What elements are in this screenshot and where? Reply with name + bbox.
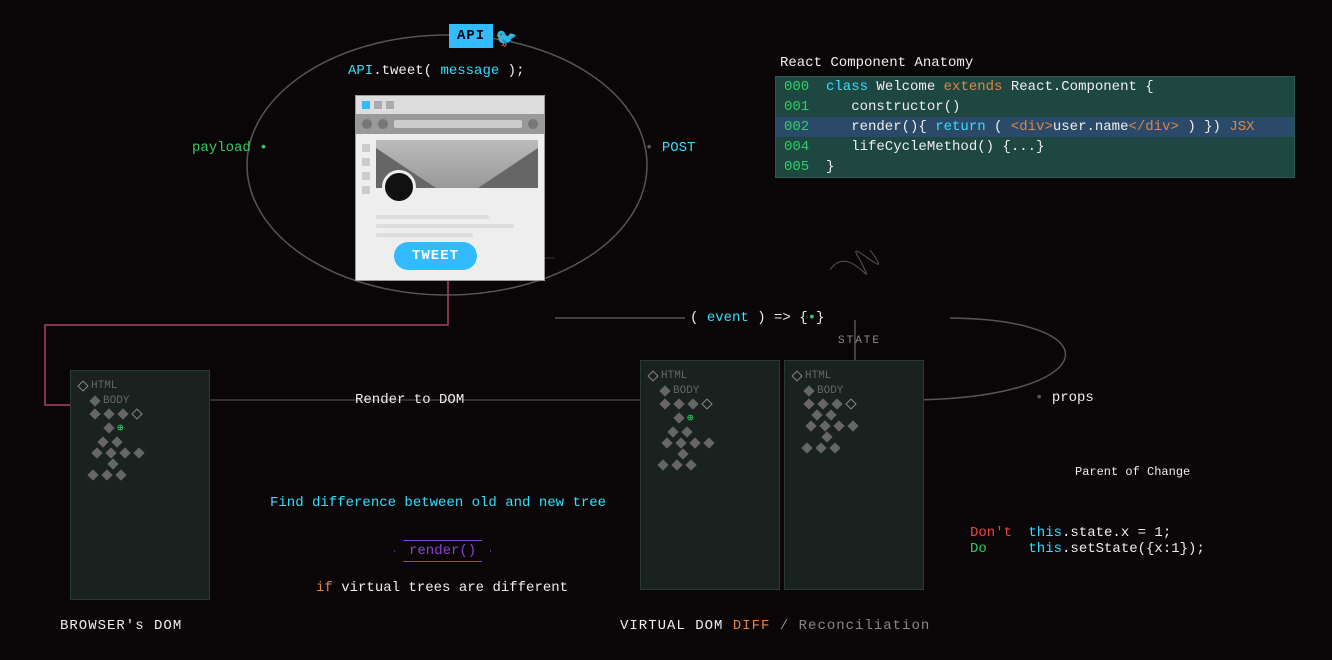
code-text: } [826, 159, 1286, 175]
avatar [382, 170, 416, 204]
render-pill-wrap: render() [394, 540, 491, 562]
browser-sidebar [362, 140, 370, 270]
render-to-dom-label: Render to DOM [355, 392, 464, 408]
code-text: class Welcome extends React.Component { [826, 79, 1286, 95]
browser-titlebar [356, 96, 544, 114]
browsers-dom-caption: BROWSER's DOM [60, 618, 182, 634]
do-label: Do [970, 541, 1020, 557]
line-number: 001 [784, 99, 814, 115]
api-call-arg: message [440, 63, 499, 79]
dont-do-block: Don't this.state.x = 1; Do this.setState… [970, 525, 1205, 557]
code-text: constructor() [826, 99, 1286, 115]
api-call-prefix: API [348, 63, 373, 79]
state-label: STATE [838, 335, 881, 347]
virtual-dom-old: HTML BODY ⊕ [640, 360, 780, 590]
tweet-button[interactable]: TWEET [394, 242, 477, 270]
browser-toolbar [356, 114, 544, 134]
parent-of-change-label: Parent of Change [1075, 465, 1190, 479]
virtual-dom-caption: VIRTUAL DOM DIFF / Reconciliation [620, 618, 930, 634]
line-number: 000 [784, 79, 814, 95]
find-diff-label: Find difference between old and new tree [270, 495, 606, 511]
line-number: 002 [784, 119, 814, 135]
line-number: 005 [784, 159, 814, 175]
api-call-text: API.tweet( message ); [348, 63, 524, 79]
line-number: 004 [784, 139, 814, 155]
event-callback-label: ( event ) => {•} [690, 310, 824, 326]
code-text: render(){ return ( <div>user.name</div> … [826, 119, 1286, 135]
render-pill: render() [394, 540, 491, 562]
browser-window: TWEET [355, 95, 545, 281]
post-label: • POST [645, 140, 695, 156]
browser-dom-panel: HTML BODY ⊕ [70, 370, 210, 600]
code-line: 000 class Welcome extends React.Component… [776, 77, 1294, 97]
api-call-open: ( [424, 63, 441, 79]
api-call-close: ); [499, 63, 524, 79]
code-line: 004 lifeCycleMethod() {...} [776, 137, 1294, 157]
if-condition-label: if virtual trees are different [316, 580, 568, 596]
virtual-dom-panels: HTML BODY ⊕ HTML BODY [640, 360, 924, 590]
code-line: 002 render(){ return ( <div>user.name</d… [776, 117, 1294, 137]
props-label: • props [1035, 390, 1094, 406]
api-badge-wrap: API [449, 28, 493, 44]
twitter-bird-icon: 🐦 [495, 28, 517, 50]
payload-label: payload • [192, 140, 268, 156]
code-line: 001 constructor() [776, 97, 1294, 117]
code-line: 005} [776, 157, 1294, 177]
api-badge: API [449, 24, 493, 48]
dont-label: Don't [970, 525, 1020, 541]
virtual-dom-new: HTML BODY [784, 360, 924, 590]
code-panel-title: React Component Anatomy [780, 55, 973, 71]
api-call-method: tweet [382, 63, 424, 79]
api-call-dot: . [373, 63, 381, 79]
code-panel: 000 class Welcome extends React.Component… [775, 76, 1295, 178]
code-text: lifeCycleMethod() {...} [826, 139, 1286, 155]
